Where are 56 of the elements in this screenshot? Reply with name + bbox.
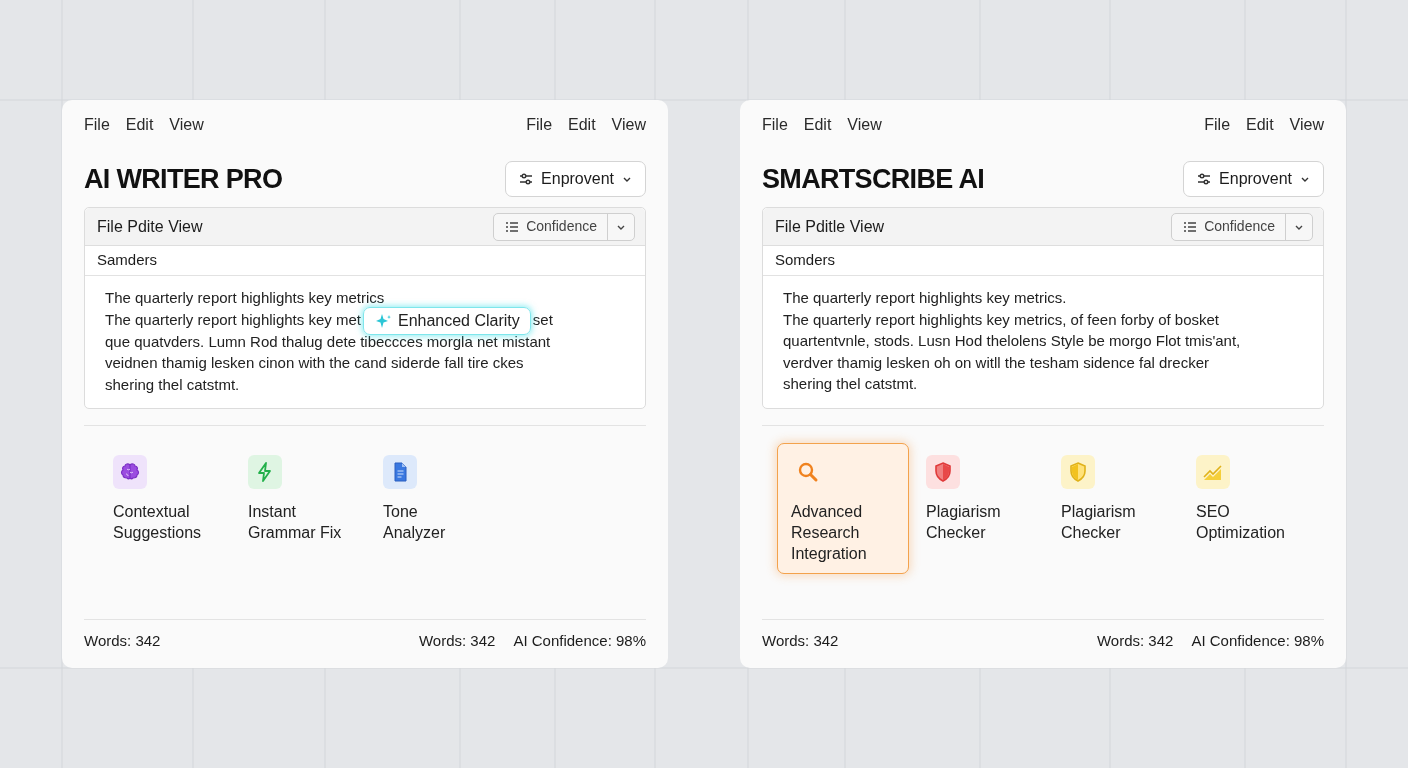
feature-label: Tone Analyzer — [383, 502, 447, 544]
suggestion-tooltip: Enhanced Clarity — [362, 306, 531, 335]
feature-card[interactable]: SEO Optimization — [1182, 442, 1314, 574]
feature-label: Plagiarism Checker — [926, 501, 1002, 543]
app-title: SMARTSCRIBE AI — [762, 162, 985, 196]
menu-item[interactable]: File — [1204, 113, 1231, 137]
app-title: AI WRITER PRO — [84, 162, 283, 196]
menu-item[interactable]: View — [847, 113, 882, 137]
text-line: set — [532, 310, 553, 328]
dropdown-button[interactable]: Enprovent — [1183, 161, 1324, 197]
text-line: The quarterly report highlights key metrics — [105, 289, 385, 306]
toolbar-title: File Pdite View — [97, 216, 203, 237]
sliders-icon — [518, 171, 535, 187]
text-line: verdver thamig lesken oh on witll the tesham sidence fal drecker — [783, 353, 1210, 371]
section-label: Somders — [775, 250, 836, 271]
feature-card[interactable]: Advanced Research Integration — [777, 442, 909, 574]
text-line: The quarterly report highlights key met — [105, 310, 361, 328]
feature-label: Plagiarism Checker — [1061, 501, 1137, 543]
feature-card[interactable]: Tone Analyzer — [369, 443, 501, 575]
menu-item[interactable]: File — [526, 113, 553, 137]
status-text: AI Confidence: 98% — [1191, 630, 1324, 651]
status-text: Words: 342 — [418, 631, 496, 652]
section-label: Samders — [97, 250, 158, 271]
status-text: AI Confidence: 98% — [513, 631, 646, 652]
text-line: que quatvders. Lumn Rod thalug dete tibeccces morgla net mistant — [105, 332, 551, 350]
menu-item[interactable]: Edit — [125, 113, 154, 137]
menu-item[interactable]: File — [84, 113, 110, 137]
text-line: The quarterly report highlights key metrics. — [783, 289, 1067, 306]
word-count: Words: 342 — [762, 630, 839, 651]
toolbar-title: File Pditle View — [775, 216, 885, 237]
menu-item[interactable]: Edit — [568, 113, 596, 137]
feature-label: Advanced Research Integration — [791, 501, 868, 564]
text-line: The quarterly report highlights key metrics, of feen forby of bosket — [783, 310, 1220, 328]
menu-item[interactable]: Edit — [1246, 113, 1274, 137]
feature-card[interactable]: Contextual Suggestions — [99, 443, 231, 575]
feature-label: Contextual Suggestions — [113, 502, 203, 544]
sliders-icon — [1196, 171, 1213, 187]
list-icon — [504, 219, 519, 234]
menu-item[interactable]: View — [169, 113, 204, 137]
feature-card[interactable]: Instant Grammar Fix — [234, 443, 366, 575]
text-line: veidnen thamig lesken cinon with the cand siderde fall tire ckes — [105, 354, 524, 372]
menu-item[interactable]: View — [611, 113, 646, 137]
feature-label: SEO Optimization — [1196, 501, 1286, 543]
menu-item[interactable]: File — [762, 113, 788, 137]
list-icon — [1182, 219, 1197, 234]
text-line: shering thel catstmt. — [783, 375, 918, 393]
text-line: shering thel catstmt. — [105, 375, 240, 393]
text-line: quartentvnle, stods. Lusn Hod thelolens Style be morgo Flot tmis'ant, — [783, 332, 1241, 350]
feature-label: Instant Grammar Fix — [248, 502, 343, 544]
dropdown-button[interactable]: Enprovent — [505, 161, 646, 197]
word-count: Words: 342 — [84, 631, 161, 652]
menu-item[interactable]: Edit — [803, 113, 832, 137]
menu-item[interactable]: View — [1289, 113, 1324, 137]
feature-card[interactable]: Plagiarism Checker — [1047, 442, 1179, 574]
status-text: Words: 342 — [1096, 630, 1174, 651]
feature-card[interactable]: Plagiarism Checker — [912, 442, 1044, 574]
